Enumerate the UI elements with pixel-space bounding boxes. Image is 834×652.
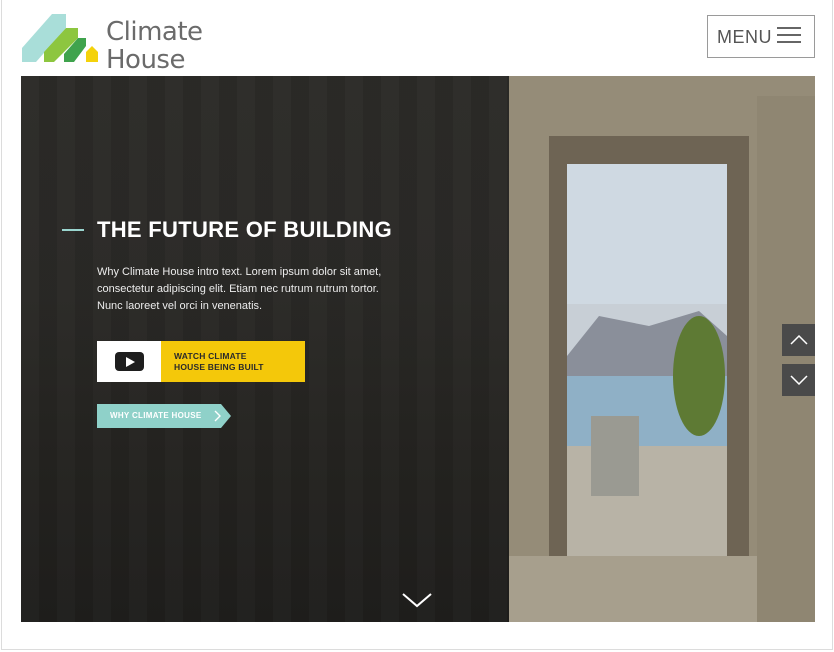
watch-label-line-1: WATCH CLIMATE <box>174 351 247 361</box>
chevron-up-icon <box>789 335 808 345</box>
watch-video-button[interactable]: WATCH CLIMATE HOUSE BEING BUILT <box>97 341 305 382</box>
title-accent-line <box>62 229 84 231</box>
youtube-play-icon <box>97 341 161 382</box>
climate-house-logo[interactable]: Climate House <box>22 10 203 74</box>
chevron-down-icon <box>402 593 432 608</box>
logo-line-1: Climate <box>106 17 203 47</box>
chevron-down-icon <box>789 375 808 385</box>
slide-up-button[interactable] <box>782 324 815 356</box>
logo-mark-icon <box>22 14 98 62</box>
watch-video-label: WATCH CLIMATE HOUSE BEING BUILT <box>161 341 305 382</box>
hero-intro-text: Why Climate House intro text. Lorem ipsu… <box>97 266 382 312</box>
logo-line-2: House <box>106 45 185 75</box>
hamburger-icon <box>777 27 801 45</box>
menu-label: MENU <box>717 27 772 47</box>
scroll-down-button[interactable] <box>402 592 432 608</box>
watch-label-line-2: HOUSE BEING BUILT <box>174 362 264 372</box>
room-window-image <box>509 76 815 622</box>
why-climate-house-label: WHY CLIMATE HOUSE <box>110 411 202 420</box>
logo-wordmark: Climate House <box>106 18 203 74</box>
menu-button[interactable]: MENU <box>707 15 815 58</box>
slide-down-button[interactable] <box>782 364 815 396</box>
hero-room-photo <box>509 76 815 622</box>
hero-title: THE FUTURE OF BUILDING <box>97 217 393 242</box>
hero-section: THE FUTURE OF BUILDING Why Climate House… <box>21 76 815 622</box>
